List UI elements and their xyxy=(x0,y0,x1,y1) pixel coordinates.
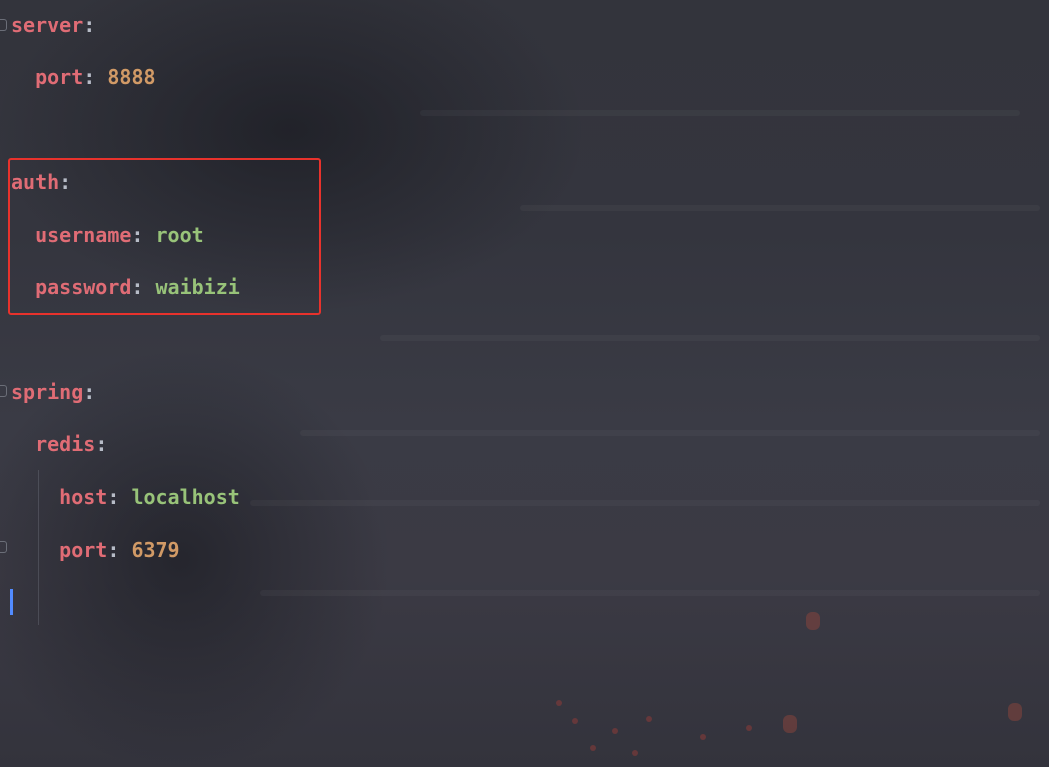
yaml-key: spring xyxy=(11,380,84,404)
yaml-key: port xyxy=(59,538,108,562)
code-line[interactable]: redis: xyxy=(11,431,107,457)
yaml-key: host xyxy=(59,485,108,509)
fold-marker-icon[interactable] xyxy=(0,19,7,31)
yaml-separator: : xyxy=(95,432,108,456)
code-line[interactable]: port: 8888 xyxy=(11,64,156,90)
yaml-separator: : xyxy=(107,485,132,509)
yaml-key: redis xyxy=(35,432,96,456)
yaml-value: localhost xyxy=(131,485,240,509)
yaml-separator: : xyxy=(83,380,96,404)
yaml-separator: : xyxy=(107,538,132,562)
code-line[interactable]: server: xyxy=(11,12,95,38)
yaml-key: server xyxy=(11,13,84,37)
yaml-value: 8888 xyxy=(107,65,156,89)
yaml-separator: : xyxy=(83,13,96,37)
text-caret xyxy=(10,589,13,615)
code-editor[interactable]: server: port: 8888 auth: username: root … xyxy=(0,0,1049,767)
code-line[interactable]: spring: xyxy=(11,379,95,405)
annotation-highlight-box xyxy=(8,158,321,315)
fold-marker-icon[interactable] xyxy=(0,385,7,397)
code-line[interactable]: port: 6379 xyxy=(11,537,180,563)
yaml-value: 6379 xyxy=(131,538,180,562)
code-line[interactable]: host: localhost xyxy=(11,484,240,510)
yaml-key: port xyxy=(35,65,84,89)
yaml-separator: : xyxy=(83,65,108,89)
fold-marker-icon[interactable] xyxy=(0,541,7,553)
